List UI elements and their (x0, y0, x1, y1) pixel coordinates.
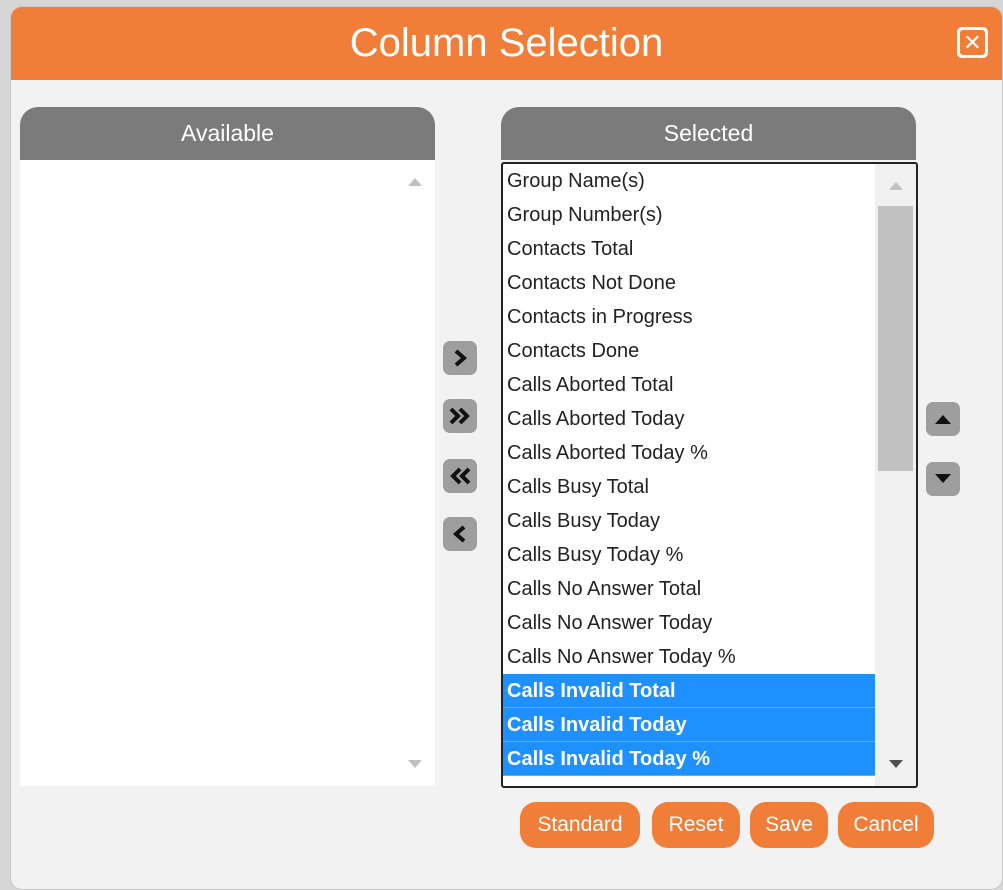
close-button[interactable]: ✕ (957, 27, 988, 58)
available-header: Available (20, 107, 435, 160)
selected-list[interactable]: Group Name(s) Group Number(s) Contacts Tot… (501, 162, 918, 788)
double-chevron-right-icon (449, 407, 470, 425)
move-up-button[interactable] (926, 402, 960, 436)
list-item[interactable]: Calls Busy Today (503, 504, 875, 538)
save-button[interactable]: Save (750, 802, 828, 848)
dialog-title: Column Selection (349, 21, 664, 65)
dialog-titlebar: Column Selection ✕ (11, 7, 1002, 80)
selected-header: Selected (501, 107, 916, 160)
list-item[interactable]: Calls Invalid Today (503, 708, 875, 742)
list-item[interactable]: Calls Aborted Total (503, 368, 875, 402)
double-chevron-left-icon (450, 467, 471, 485)
add-selected-button[interactable] (443, 341, 477, 375)
remove-all-button[interactable] (443, 459, 477, 493)
cancel-button[interactable]: Cancel (838, 802, 934, 848)
reset-button[interactable]: Reset (652, 802, 740, 848)
available-list[interactable] (20, 160, 435, 786)
list-item[interactable]: Calls Busy Total (503, 470, 875, 504)
list-item[interactable]: Contacts in Progress (503, 300, 875, 334)
scrollbar-thumb[interactable] (878, 206, 913, 471)
list-item[interactable]: Contacts Total (503, 232, 875, 266)
selected-scrollbar[interactable] (875, 164, 916, 786)
move-up-icon (935, 415, 951, 424)
list-item[interactable]: Contacts Not Done (503, 266, 875, 300)
list-item[interactable]: Calls Invalid Total (503, 674, 875, 708)
scroll-down-arrow-icon[interactable] (408, 760, 422, 768)
scroll-up-arrow-icon[interactable] (408, 178, 422, 186)
list-item[interactable]: Calls Aborted Today (503, 402, 875, 436)
available-scrollbar[interactable] (395, 160, 435, 786)
list-item[interactable]: Calls No Answer Today % (503, 640, 875, 674)
remove-selected-button[interactable] (443, 517, 477, 551)
list-item[interactable]: Calls Busy Today % (503, 538, 875, 572)
move-down-button[interactable] (926, 462, 960, 496)
list-item[interactable]: Calls Invalid Today % (503, 742, 875, 776)
standard-button[interactable]: Standard (520, 802, 640, 848)
chevron-left-icon (452, 525, 466, 543)
move-down-icon (935, 474, 951, 483)
chevron-right-icon (454, 349, 468, 367)
scroll-down-arrow-icon[interactable] (888, 760, 903, 768)
scroll-up-arrow-icon[interactable] (888, 182, 903, 190)
selected-items: Group Name(s) Group Number(s) Contacts Tot… (503, 164, 875, 776)
list-item[interactable]: Contacts Done (503, 334, 875, 368)
list-item[interactable]: Calls Aborted Today % (503, 436, 875, 470)
list-item[interactable]: Calls No Answer Today (503, 606, 875, 640)
list-item[interactable]: Group Name(s) (503, 164, 875, 198)
list-item[interactable]: Group Number(s) (503, 198, 875, 232)
close-icon: ✕ (960, 30, 985, 55)
list-item[interactable]: Calls No Answer Total (503, 572, 875, 606)
add-all-button[interactable] (443, 399, 477, 433)
